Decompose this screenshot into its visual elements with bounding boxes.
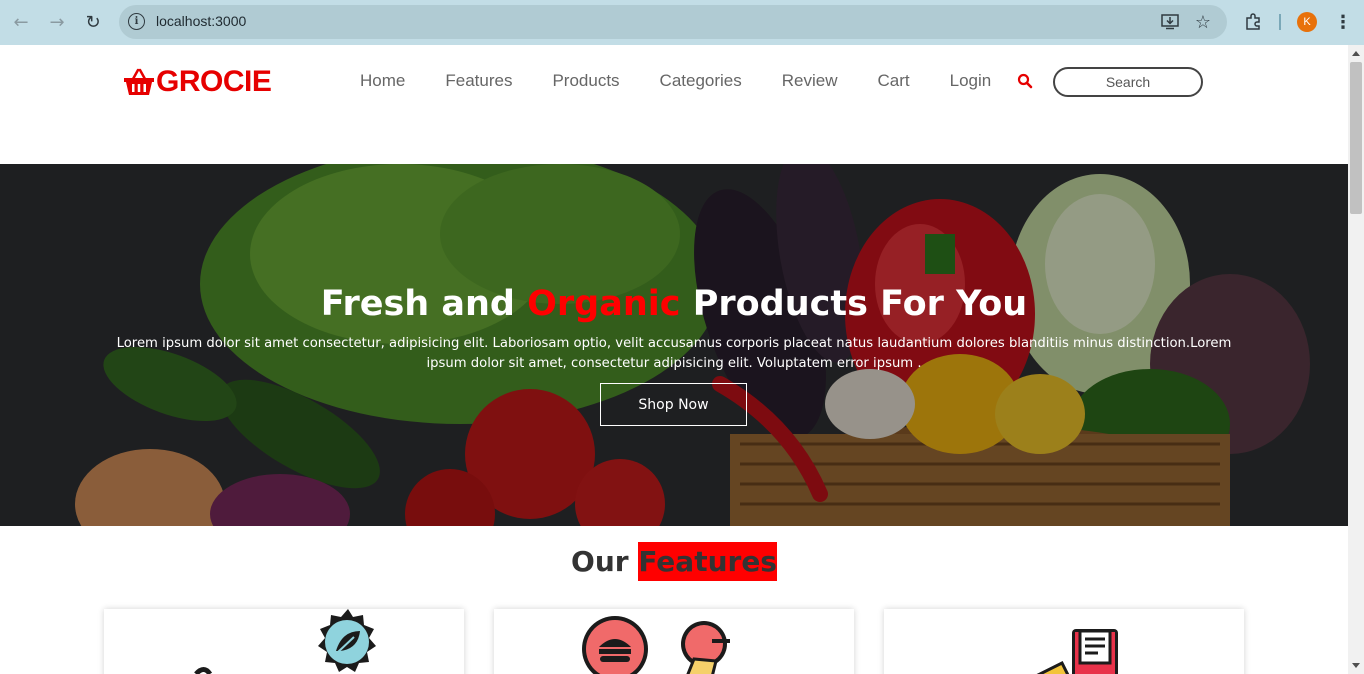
site-info-icon[interactable]: i bbox=[128, 13, 145, 30]
shop-now-button[interactable]: Shop Now bbox=[600, 383, 747, 426]
feature-card bbox=[494, 609, 854, 674]
scroll-down-arrow-icon[interactable] bbox=[1352, 663, 1360, 668]
food-delivery-icon bbox=[582, 616, 730, 674]
nav-home[interactable]: Home bbox=[360, 71, 405, 91]
payment-receipt-icon bbox=[1036, 629, 1118, 674]
page-content: GROCIE Home Features Products Categories… bbox=[0, 45, 1348, 674]
page-scrollbar[interactable] bbox=[1348, 45, 1364, 674]
kebab-menu-icon[interactable]: ⋮ bbox=[1331, 10, 1355, 34]
reload-icon[interactable]: ↻ bbox=[81, 10, 105, 34]
hero-banner: Fresh and Organic Products For You Lorem… bbox=[0, 164, 1348, 526]
profile-avatar[interactable]: K bbox=[1297, 12, 1317, 32]
hero-title-part2: Products For You bbox=[692, 284, 1028, 324]
hero-title: Fresh and Organic Products For You bbox=[0, 284, 1348, 324]
search-input[interactable]: Search bbox=[1053, 67, 1203, 97]
features-heading: Our Features bbox=[0, 542, 1348, 581]
feature-card bbox=[104, 609, 464, 674]
basket-icon bbox=[123, 67, 155, 97]
hero-title-accent: Organic bbox=[527, 284, 681, 324]
search-icon[interactable] bbox=[1017, 73, 1033, 89]
forward-arrow-icon[interactable]: → bbox=[45, 10, 69, 34]
features-heading-part1: Our bbox=[571, 545, 629, 578]
scroll-thumb[interactable] bbox=[1350, 62, 1362, 214]
organic-leaf-badge-icon bbox=[194, 609, 376, 674]
browser-toolbar: ← → ↻ i localhost:3000 ☆ K ⋮ bbox=[0, 0, 1364, 45]
nav-login[interactable]: Login bbox=[950, 71, 992, 91]
install-app-icon[interactable] bbox=[1159, 11, 1181, 33]
bookmark-star-icon[interactable]: ☆ bbox=[1192, 11, 1214, 33]
nav-review[interactable]: Review bbox=[782, 71, 838, 91]
toolbar-divider bbox=[1279, 14, 1281, 30]
nav-cart[interactable]: Cart bbox=[878, 71, 910, 91]
hero-description: Lorem ipsum dolor sit amet consectetur, … bbox=[116, 336, 1232, 371]
nav-products[interactable]: Products bbox=[552, 71, 619, 91]
url-text[interactable]: localhost:3000 bbox=[156, 13, 246, 29]
hero-title-part1: Fresh and bbox=[320, 284, 515, 324]
back-arrow-icon[interactable]: ← bbox=[9, 10, 33, 34]
feature-card bbox=[884, 609, 1244, 674]
scroll-up-arrow-icon[interactable] bbox=[1352, 51, 1360, 56]
site-logo[interactable]: GROCIE bbox=[123, 65, 272, 99]
features-heading-highlight: Features bbox=[638, 542, 777, 581]
main-navigation: Home Features Products Categories Review… bbox=[360, 71, 1031, 91]
nav-features[interactable]: Features bbox=[445, 71, 512, 91]
extensions-icon[interactable] bbox=[1241, 10, 1265, 34]
logo-text: GROCIE bbox=[156, 65, 272, 98]
address-bar[interactable]: i localhost:3000 ☆ bbox=[119, 5, 1227, 39]
nav-categories[interactable]: Categories bbox=[660, 71, 742, 91]
